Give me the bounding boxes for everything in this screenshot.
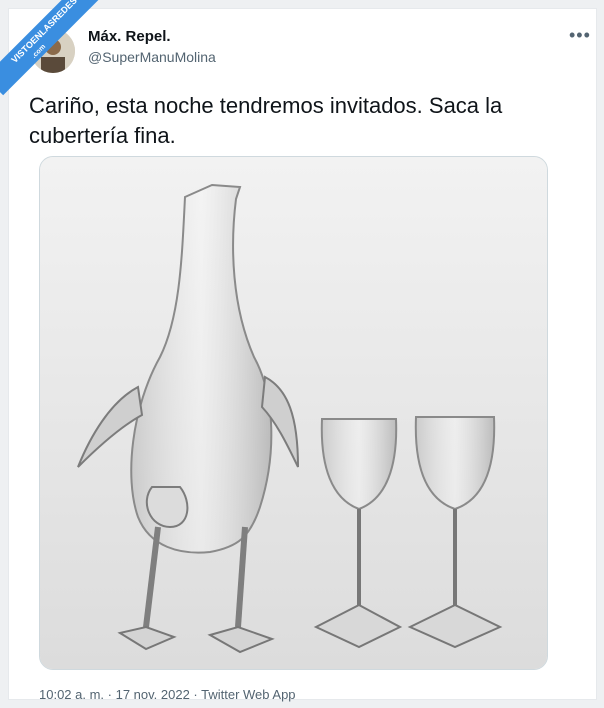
tweet-image[interactable]	[39, 156, 548, 670]
tweet-timestamp[interactable]: 10:02 a. m. · 17 nov. 2022 · Twitter Web…	[39, 687, 296, 702]
glassware-illustration	[40, 157, 547, 669]
author-name[interactable]: Máx. Repel.	[88, 28, 171, 45]
tweet-card: Máx. Repel. @SuperManuMolina ••• Cariño,…	[8, 8, 597, 702]
author-handle[interactable]: @SuperManuMolina	[88, 49, 216, 65]
more-options-icon[interactable]: •••	[569, 25, 591, 46]
tweet-text: Cariño, esta noche tendremos invitados. …	[29, 93, 503, 148]
